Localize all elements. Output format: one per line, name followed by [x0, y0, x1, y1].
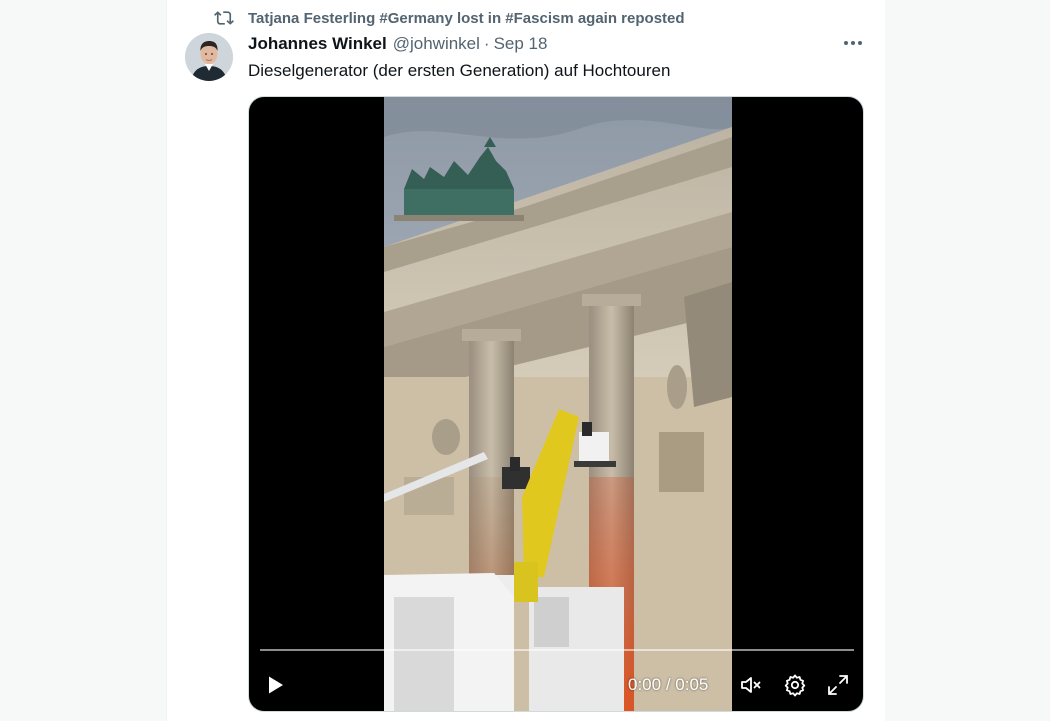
left-gutter	[0, 0, 166, 721]
duration: 0:05	[675, 675, 709, 694]
volume-muted-icon[interactable]	[739, 673, 763, 697]
time-separator: /	[661, 675, 676, 694]
gear-icon[interactable]	[783, 673, 807, 697]
author-name[interactable]: Johannes Winkel	[248, 34, 387, 54]
separator-dot: ·	[483, 34, 490, 53]
more-dots-icon	[844, 41, 848, 45]
video-player[interactable]: 0:00 / 0:05	[248, 96, 864, 712]
tweet-text: Dieselgenerator (der ersten Generation) …	[248, 61, 671, 80]
repost-label: Tatjana Festerling #Germany lost in #Fas…	[248, 9, 685, 27]
author-handle[interactable]: @johwinkel	[393, 34, 480, 54]
video-frame[interactable]	[384, 97, 732, 711]
video-progress-bar[interactable]	[260, 649, 854, 651]
more-options-button[interactable]	[838, 31, 868, 55]
repost-context[interactable]: Tatjana Festerling #Germany lost in #Fas…	[214, 7, 685, 29]
repost-icon	[214, 8, 234, 28]
video-time: 0:00 / 0:05	[628, 673, 708, 697]
current-time: 0:00	[628, 675, 662, 694]
right-gutter	[885, 0, 1050, 721]
tweet-date[interactable]: Sep 18	[494, 34, 548, 54]
avatar[interactable]	[185, 33, 233, 81]
tweet-header: Johannes Winkel @johwinkel · Sep 18	[248, 32, 547, 56]
play-icon[interactable]	[263, 673, 287, 697]
fullscreen-icon[interactable]	[826, 673, 850, 697]
